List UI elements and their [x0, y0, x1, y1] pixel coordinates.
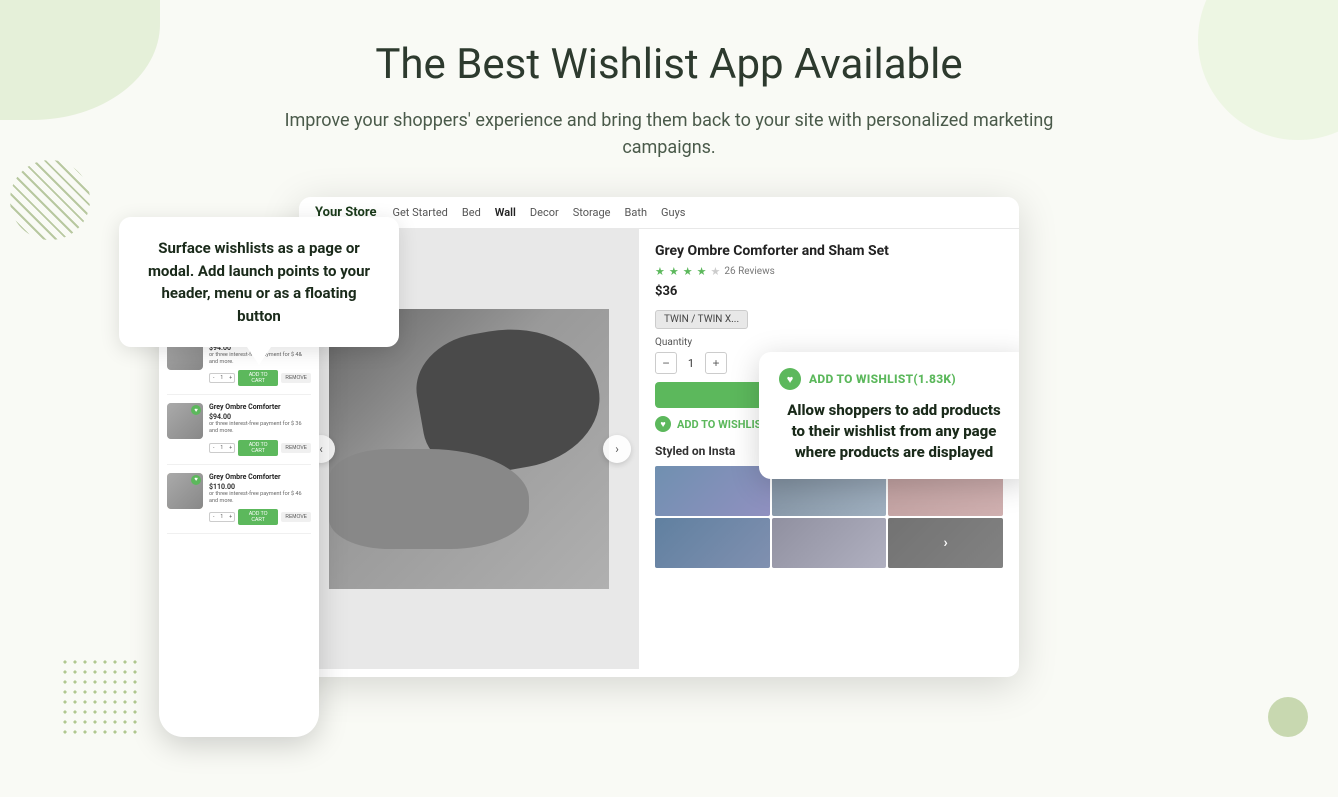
insta-cell-1[interactable]	[655, 466, 770, 516]
surface-tooltip: Surface wishlists as a page or modal. Ad…	[119, 217, 399, 347]
wishlist-tooltip-title: ADD TO WISHLIST(1.83K)	[809, 372, 956, 386]
insta-overlay: ›	[888, 518, 1003, 568]
phone-product-subtext-2: or three interest-free payment for $ 36 …	[209, 421, 311, 435]
insta-cell-5[interactable]	[772, 518, 887, 568]
phone-product-image-2: ♥	[167, 403, 203, 439]
phone-qty-val: 1	[217, 374, 226, 382]
phone-remove-btn[interactable]: REMOVE	[281, 373, 311, 383]
phone-remove-btn-3[interactable]: REMOVE	[281, 512, 311, 522]
nav-items: Get Started Bed Wall Decor Storage Bath …	[392, 206, 685, 219]
nav-wall[interactable]: Wall	[495, 206, 516, 219]
phone-add-to-cart-btn-2[interactable]: ADD TO CART	[238, 440, 278, 456]
nav-bed[interactable]: Bed	[462, 206, 481, 219]
phone-product-name-2: Grey Ombre Comforter	[209, 403, 311, 411]
insta-cell-6[interactable]: ›	[888, 518, 1003, 568]
phone-qty-plus[interactable]: +	[226, 374, 235, 382]
phone-qty-plus-2[interactable]: +	[226, 444, 235, 452]
nav-storage[interactable]: Storage	[573, 206, 611, 219]
product-stars: ★ ★ ★ ★ ★ 26 Reviews	[655, 265, 1003, 278]
phone-qty-box: - 1 +	[209, 373, 235, 383]
nav-guys[interactable]: Guys	[661, 206, 685, 219]
phone-add-to-cart-btn[interactable]: ADD TO CART	[238, 370, 278, 386]
phone-product-price-3: $110.00	[209, 483, 311, 491]
store-navigation: Your Store Get Started Bed Wall Decor St…	[299, 197, 1019, 229]
wishlist-tooltip-popup: ♥ ADD TO WISHLIST(1.83K) Allow shoppers …	[759, 352, 1019, 479]
phone-product-info-3: Grey Ombre Comforter $110.00 or three in…	[209, 473, 311, 525]
qty-value: 1	[681, 357, 701, 370]
surface-tooltip-text: Surface wishlists as a page or modal. Ad…	[148, 239, 370, 325]
wishlist-tooltip-text: Allow shoppers to add products to their …	[779, 400, 1009, 463]
phone-product-item-3: ♥ Grey Ombre Comforter $110.00 or three …	[167, 473, 311, 534]
review-count: 26 Reviews	[724, 266, 774, 277]
phone-product-item: ♥ Grey Ombre Comforter $94.00 or three i…	[167, 403, 311, 464]
phone-add-to-cart-btn-3[interactable]: ADD TO CART	[238, 509, 278, 525]
qty-decrement-btn[interactable]: −	[655, 352, 677, 374]
product-main-image	[329, 309, 609, 589]
image-next-arrow[interactable]: ›	[603, 435, 631, 463]
star-2: ★	[669, 265, 679, 278]
product-price: $36	[655, 284, 1003, 299]
phone-qty-minus-3[interactable]: -	[210, 513, 217, 521]
wishlist-tooltip-header: ♥ ADD TO WISHLIST(1.83K)	[779, 368, 1009, 390]
product-variant: TWIN / TWIN X...	[655, 310, 748, 329]
phone-qty-val-2: 1	[217, 444, 226, 452]
nav-bath[interactable]: Bath	[625, 206, 648, 219]
demo-container: Surface wishlists as a page or modal. Ad…	[119, 197, 1219, 717]
nav-decor[interactable]: Decor	[530, 206, 559, 219]
phone-qty-box-3: - 1 +	[209, 512, 235, 522]
phone-mockup: My Favorite 👤 ♥ Grey Ombre Comforter $94…	[159, 297, 319, 737]
phone-product-image-3: ♥	[167, 473, 203, 509]
phone-qty-val-3: 1	[217, 513, 226, 521]
wishlist-heart-icon: ♥	[655, 416, 671, 432]
insta-grid: ›	[655, 466, 1003, 568]
phone-product-actions-2: - 1 + ADD TO CART REMOVE	[209, 440, 311, 456]
tooltip-arrow	[247, 347, 271, 365]
phone-qty-minus[interactable]: -	[210, 374, 217, 382]
page-subtitle: Improve your shoppers' experience and br…	[279, 107, 1059, 161]
phone-qty-box-2: - 1 +	[209, 443, 235, 453]
browser-mockup: Your Store Get Started Bed Wall Decor St…	[299, 197, 1019, 677]
insta-cell-4[interactable]	[655, 518, 770, 568]
phone-qty-minus-2[interactable]: -	[210, 444, 217, 452]
phone-remove-btn-2[interactable]: REMOVE	[281, 443, 311, 453]
star-4: ★	[697, 265, 707, 278]
phone-product-info-2: Grey Ombre Comforter $94.00 or three int…	[209, 403, 311, 455]
phone-product-list: ♥ Grey Ombre Comforter $94.00 or three i…	[159, 328, 319, 540]
phone-qty-plus-3[interactable]: +	[226, 513, 235, 521]
phone-product-subtext-3: or three interest-free payment for $ 46 …	[209, 491, 311, 505]
insta-arrow-icon: ›	[944, 535, 948, 551]
phone-product-actions: - 1 + ADD TO CART REMOVE	[209, 370, 311, 386]
star-5: ★	[711, 265, 721, 278]
browser-content: ‹ › Grey Ombre Comforter and Sham Set ★ …	[299, 229, 1019, 669]
nav-get-started[interactable]: Get Started	[392, 206, 447, 219]
wishlist-tooltip-icon: ♥	[779, 368, 801, 390]
phone-product-name-3: Grey Ombre Comforter	[209, 473, 311, 481]
heart-icon-3[interactable]: ♥	[191, 475, 201, 485]
qty-increment-btn[interactable]: +	[705, 352, 727, 374]
page-title: The Best Wishlist App Available	[375, 40, 962, 89]
phone-product-actions-3: - 1 + ADD TO CART REMOVE	[209, 509, 311, 525]
star-1: ★	[655, 265, 665, 278]
heart-icon-2[interactable]: ♥	[191, 405, 201, 415]
product-title: Grey Ombre Comforter and Sham Set	[655, 243, 1003, 259]
star-3: ★	[683, 265, 693, 278]
qty-label: Quantity	[655, 337, 1003, 348]
